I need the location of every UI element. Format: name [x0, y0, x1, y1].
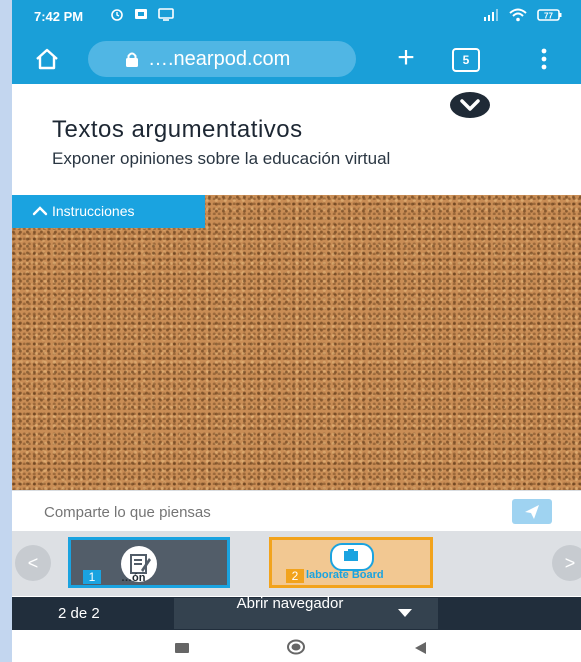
home-icon[interactable] [34, 46, 60, 72]
presentation-footer: 2 de 2 Abrir navegador [12, 595, 581, 630]
collaborate-board[interactable] [12, 195, 581, 493]
chevron-down-icon [460, 99, 480, 111]
screen-cast-icon [158, 8, 174, 21]
status-bar: 7:42 PM 77 [12, 0, 581, 34]
android-home-icon[interactable] [286, 639, 306, 655]
next-slide-button[interactable]: > [552, 545, 581, 581]
collapse-header-button[interactable] [450, 92, 490, 118]
notification-icons [110, 7, 174, 21]
slide-thumbnail-2[interactable]: 2 laborate Board [269, 537, 433, 588]
address-bar[interactable]: ….nearpod.com [88, 41, 356, 77]
send-icon [525, 505, 539, 519]
page-subtitle: Exponer opiniones sobre la educación vir… [52, 149, 391, 168]
new-tab-button[interactable]: + [391, 43, 421, 74]
battery-icon: 77 [537, 9, 562, 21]
page-title: Textos argumentativos [52, 116, 303, 143]
open-navigator-label: Abrir navegador [236, 595, 344, 612]
url-text: ….nearpod.com [148, 48, 291, 70]
comment-input[interactable] [26, 495, 516, 529]
recent-apps-icon[interactable] [175, 643, 189, 653]
open-navigator-button[interactable]: Abrir navegador [174, 595, 438, 629]
comment-bar [12, 490, 581, 531]
system-icons: 77 [483, 8, 563, 22]
tab-switcher-button[interactable]: 5 [452, 48, 480, 72]
wifi-icon [509, 8, 527, 22]
send-button[interactable] [512, 499, 552, 524]
app-icon [135, 9, 147, 19]
back-icon[interactable] [413, 641, 427, 655]
slide-label: laborate Board [306, 569, 384, 581]
android-navigation-bar [12, 630, 581, 662]
board-icon [330, 543, 374, 571]
signal-icon [484, 9, 498, 21]
alarm-icon [111, 9, 123, 21]
previous-slide-button[interactable]: < [15, 545, 51, 581]
slide-number: 1 [83, 570, 101, 584]
instructions-label: Instrucciones [52, 203, 135, 219]
browser-toolbar: ….nearpod.com + 5 [12, 34, 581, 84]
battery-level: 77 [544, 11, 553, 20]
status-time: 7:42 PM [34, 9, 84, 24]
slide-thumbnail-1[interactable]: 1 …ón [68, 537, 230, 588]
slide-label: …ón [121, 572, 146, 584]
kebab-menu-icon[interactable] [539, 48, 549, 70]
instructions-toggle[interactable]: Instrucciones [12, 195, 205, 228]
page-counter: 2 de 2 [58, 605, 100, 622]
slide-number: 2 [286, 569, 304, 583]
lock-icon [126, 52, 138, 67]
phone-screen: 7:42 PM 77 ….nearpod.com + 5 Textos argu… [12, 0, 581, 662]
caret-down-icon [398, 609, 412, 617]
slide-navigator: < 1 …ón 2 laborate Board > [12, 531, 581, 596]
chevron-up-icon [32, 206, 48, 216]
